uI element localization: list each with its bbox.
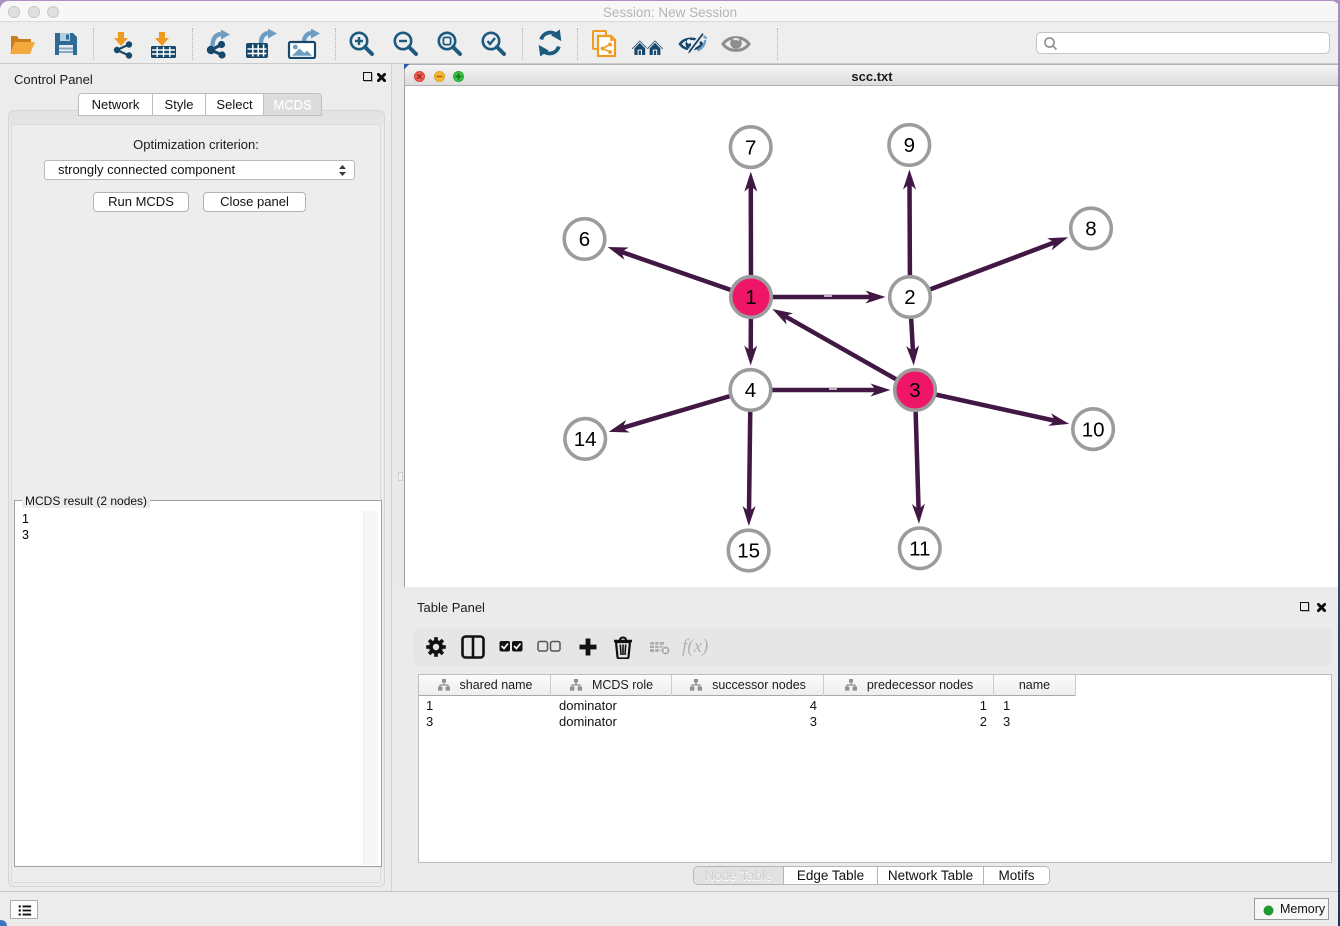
svg-text:7: 7 — [745, 136, 756, 159]
svg-text:3: 3 — [909, 379, 920, 402]
svg-text:1: 1 — [745, 286, 756, 309]
svg-text:9: 9 — [904, 134, 915, 157]
svg-text:15: 15 — [737, 540, 760, 563]
svg-text:8: 8 — [1085, 218, 1096, 241]
svg-text:11: 11 — [909, 538, 930, 561]
svg-text:14: 14 — [574, 428, 597, 451]
svg-text:f(x): f(x) — [682, 636, 708, 657]
svg-text:2: 2 — [904, 286, 915, 309]
svg-text:6: 6 — [579, 228, 590, 251]
svg-text:10: 10 — [1082, 418, 1105, 441]
svg-text:4: 4 — [745, 379, 756, 402]
